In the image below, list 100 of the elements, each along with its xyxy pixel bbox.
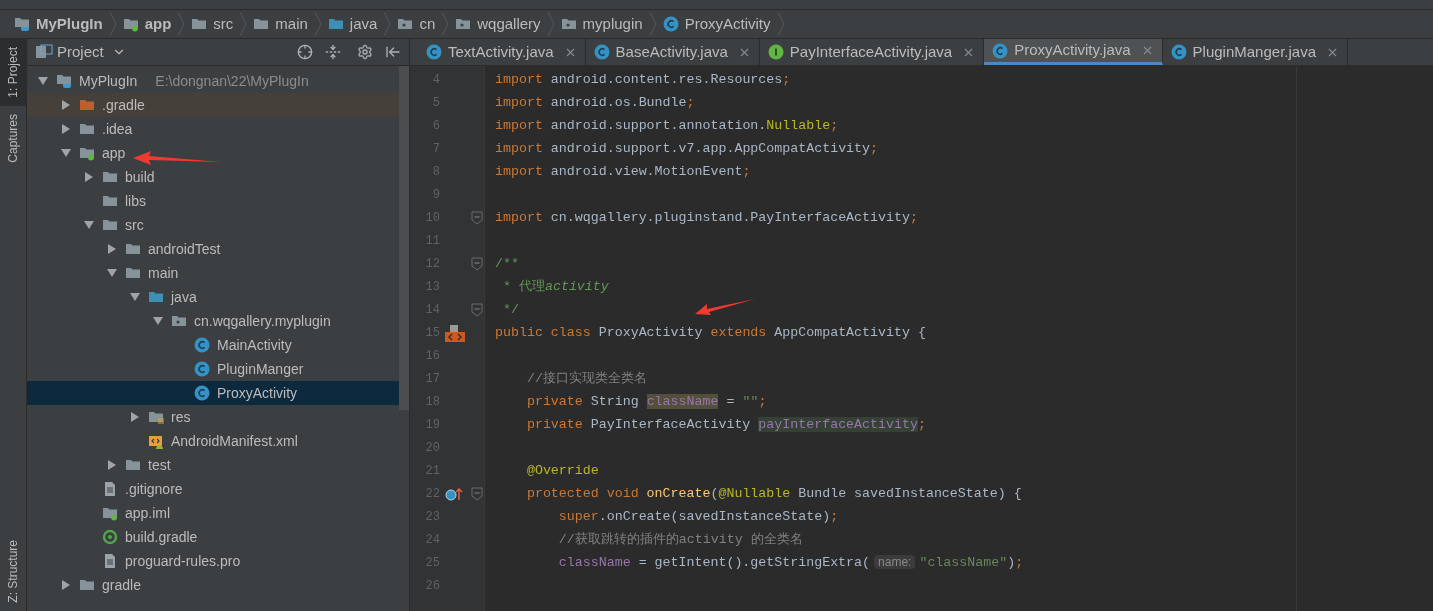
- collapsed-arrow-icon[interactable]: [106, 243, 118, 255]
- tree-row[interactable]: build: [27, 165, 399, 189]
- module-icon: [14, 16, 30, 32]
- breadcrumb-separator-icon: [648, 11, 657, 37]
- expanded-arrow-icon[interactable]: [152, 315, 164, 327]
- code-line: private PayInterfaceActivity payInterfaceActivity;: [525, 415, 926, 434]
- folder-icon: [253, 16, 270, 32]
- tree-row[interactable]: androidTest: [27, 237, 399, 261]
- class-icon: [194, 337, 210, 353]
- breadcrumb-separator-icon: [546, 11, 555, 37]
- tree-item-label: PluginManger: [217, 359, 304, 379]
- tree-row[interactable]: MyPlugIn E:\dongnan\22\MyPlugIn: [27, 69, 399, 93]
- tab-label: ProxyActivity.java: [1014, 40, 1131, 61]
- tool-window-tab[interactable]: Z: Structure: [0, 532, 26, 611]
- folder-icon: [79, 121, 95, 137]
- resources-folder-icon: [148, 409, 164, 425]
- collapse-all-icon[interactable]: [325, 44, 341, 60]
- tree-row[interactable]: MainActivity: [27, 333, 399, 357]
- text-file-icon: [102, 553, 118, 569]
- collapsed-arrow-icon[interactable]: [60, 579, 72, 591]
- breadcrumb[interactable]: app: [116, 12, 178, 36]
- package-icon: [560, 16, 577, 32]
- tree-row[interactable]: build.gradle: [27, 525, 399, 549]
- tab-label: PayInterfaceActivity.java: [789, 41, 953, 62]
- tree-row[interactable]: .gitignore: [27, 477, 399, 501]
- code-line: * 代理activity: [501, 277, 609, 296]
- settings-icon[interactable]: [357, 44, 373, 60]
- override-marker-icon[interactable]: [445, 485, 465, 502]
- tree-item-label: .gradle: [102, 95, 145, 115]
- tree-row[interactable]: java: [27, 285, 399, 309]
- code-line: //获取跳转的插件的activity 的全类名: [557, 530, 803, 549]
- tree-row[interactable]: res: [27, 405, 399, 429]
- scrollbar-thumb[interactable]: [399, 66, 409, 410]
- implements-marker-icon[interactable]: [444, 322, 466, 343]
- editor-tab[interactable]: ProxyActivity.java: [984, 39, 1163, 65]
- tree-item-label: .gitignore: [125, 479, 183, 499]
- folder-icon: [102, 193, 118, 209]
- breadcrumb[interactable]: java: [321, 12, 384, 36]
- editor-tab[interactable]: PluginManger.java: [1162, 39, 1348, 65]
- tree-item-label: build.gradle: [125, 527, 198, 547]
- collapsed-arrow-icon[interactable]: [60, 99, 72, 111]
- expanded-arrow-icon[interactable]: [60, 147, 72, 159]
- breadcrumb[interactable]: MyPlugIn: [8, 12, 109, 36]
- tree-row[interactable]: .gradle: [27, 93, 399, 117]
- breadcrumb[interactable]: myplugin: [554, 12, 649, 36]
- code-line: /**: [495, 254, 519, 273]
- project-view-dropdown[interactable]: Project: [57, 40, 126, 64]
- tree-row[interactable]: app: [27, 141, 399, 165]
- collapsed-arrow-icon[interactable]: [129, 411, 141, 423]
- expanded-arrow-icon[interactable]: [129, 291, 141, 303]
- tree-item-label: cn.wqgallery.myplugin: [194, 311, 331, 331]
- tree-row[interactable]: AndroidManifest.xml: [27, 429, 399, 453]
- tool-window-tab[interactable]: 1: Project: [0, 39, 26, 106]
- breadcrumb[interactable]: src: [185, 12, 240, 36]
- tree-row[interactable]: gradle: [27, 573, 399, 597]
- folder-icon: [327, 16, 344, 32]
- breadcrumb-separator-icon: [441, 11, 450, 37]
- tab-label: TextActivity.java: [448, 41, 554, 62]
- code-line: import android.view.MotionEvent;: [495, 162, 751, 181]
- code-line: import android.content.res.Resources;: [495, 70, 791, 89]
- tree-row[interactable]: PluginManger: [27, 357, 399, 381]
- locate-icon[interactable]: [297, 44, 313, 60]
- tree-row[interactable]: proguard-rules.pro: [27, 549, 399, 573]
- tree-row[interactable]: ProxyActivity: [27, 381, 399, 405]
- breadcrumb[interactable]: wqgallery: [449, 12, 547, 36]
- expanded-arrow-icon[interactable]: [83, 219, 95, 231]
- tree-item-label: ProxyActivity: [217, 383, 298, 403]
- tree-row[interactable]: src: [27, 213, 399, 237]
- code-line: protected void onCreate(@Nullable Bundle savedInstanceState) {: [525, 484, 1022, 503]
- breadcrumb-separator-icon: [313, 11, 322, 37]
- class-icon: [662, 16, 679, 32]
- tree-row[interactable]: main: [27, 261, 399, 285]
- code-line: //接口实现类全类名: [525, 369, 647, 388]
- tool-window-tab[interactable]: Captures: [0, 105, 26, 171]
- breadcrumb[interactable]: main: [247, 12, 314, 36]
- breadcrumb[interactable]: cn: [391, 12, 442, 36]
- folder-icon: [102, 169, 118, 185]
- class-icon: [1170, 44, 1187, 60]
- tree-row[interactable]: .idea: [27, 117, 399, 141]
- collapsed-arrow-icon[interactable]: [83, 171, 95, 183]
- text-file-icon: [102, 481, 118, 497]
- hide-panel-icon[interactable]: [385, 44, 401, 60]
- folder-icon: [79, 577, 95, 593]
- breadcrumb-separator-icon: [108, 11, 117, 37]
- tree-row[interactable]: test: [27, 453, 399, 477]
- tree-item-label: MyPlugIn: [79, 71, 138, 91]
- tree-item-label: libs: [125, 191, 146, 211]
- tree-row[interactable]: app.iml: [27, 501, 399, 525]
- editor-tab[interactable]: BaseActivity.java: [585, 39, 760, 65]
- tree-row[interactable]: cn.wqgallery.myplugin: [27, 309, 399, 333]
- code-line: import android.os.Bundle;: [495, 93, 695, 112]
- expanded-arrow-icon[interactable]: [106, 267, 118, 279]
- expanded-arrow-icon[interactable]: [37, 75, 49, 87]
- tree-item-label: res: [171, 407, 191, 427]
- editor-tab[interactable]: TextActivity.java: [418, 39, 586, 65]
- tree-row[interactable]: libs: [27, 189, 399, 213]
- breadcrumb[interactable]: ProxyActivity: [656, 12, 777, 36]
- collapsed-arrow-icon[interactable]: [106, 459, 118, 471]
- collapsed-arrow-icon[interactable]: [60, 123, 72, 135]
- manifest-file-icon: [148, 433, 164, 449]
